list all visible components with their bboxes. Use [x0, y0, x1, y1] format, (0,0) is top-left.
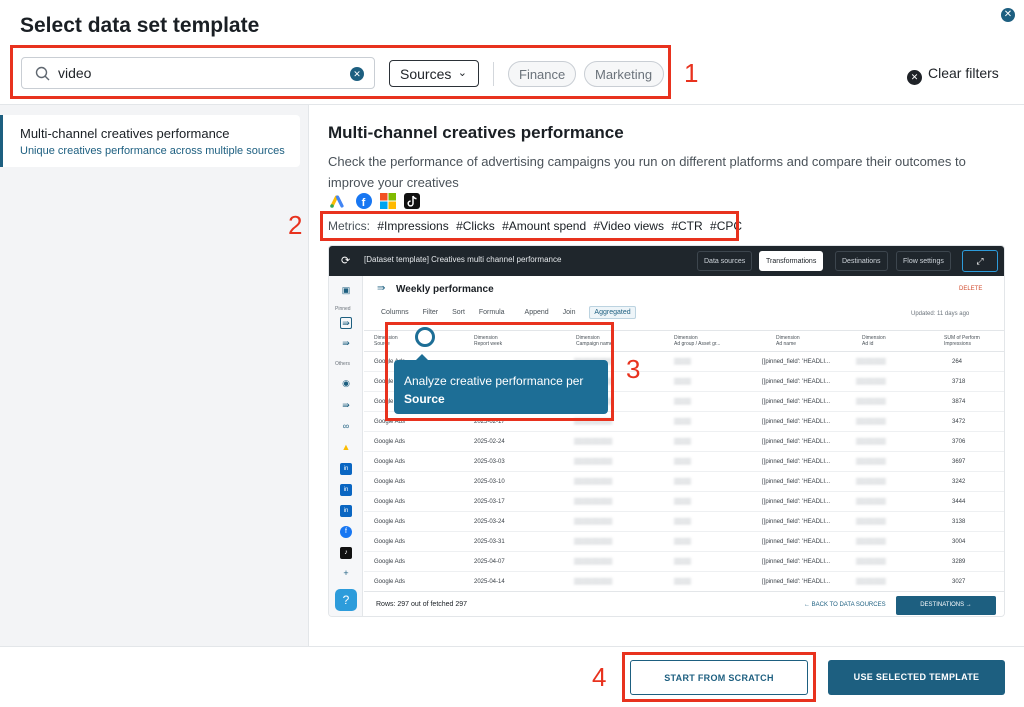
microsoft-icon	[380, 193, 396, 209]
toggle-icon: ◉	[342, 378, 350, 388]
table-row: Google Ads 2025-02-24 ▒▒▒▒▒▒▒▒▒ ▒▒▒▒ [[pinne…	[364, 432, 1004, 452]
template-card-subtitle: Unique creatives performance across mult…	[20, 145, 285, 157]
table-row: Google Ads 2025-03-31 ▒▒▒▒▒▒▒▒▒ ▒▒▒▒ [[pinne…	[364, 532, 1004, 552]
dialog-title: Select data set template	[20, 14, 260, 37]
toolbar-item: Formula	[478, 309, 505, 316]
refresh-icon: ⟳	[341, 255, 351, 267]
flow-icon: ⇛	[342, 338, 350, 348]
detail-title: Multi-channel creatives performance	[328, 123, 624, 142]
table-row: Google Ads 2025-03-10 ▒▒▒▒▒▒▒▒▒ ▒▒▒▒ [[pinne…	[364, 472, 1004, 492]
close-icon[interactable]: ✕	[1001, 8, 1015, 22]
expand-icon: ⤢	[962, 250, 998, 272]
annotation-box-1	[10, 45, 671, 99]
preview-tab-active: Transformations	[759, 251, 824, 271]
table-row: Google Ads 2025-04-14 ▒▒▒▒▒▒▒▒▒ ▒▒▒▒ [[pinne…	[364, 572, 1004, 592]
annotation-box-2	[320, 211, 739, 241]
annotation-number-1: 1	[684, 58, 699, 88]
add-icon: +	[343, 568, 349, 578]
delete-label: DELETE	[959, 286, 983, 292]
detail-description: Check the performance of advertising cam…	[328, 154, 966, 190]
linkedin-icon: in	[340, 484, 352, 496]
flow-icon: ⇛	[342, 400, 350, 410]
template-card-title: Multi-channel creatives performance	[20, 126, 230, 141]
link-icon: ∞	[342, 421, 350, 431]
annotation-number-3: 3	[626, 354, 641, 384]
toolbar-item: Columns	[381, 309, 409, 316]
annotation-number-4: 4	[592, 662, 607, 692]
use-selected-template-button[interactable]: USE SELECTED TEMPLATE	[828, 660, 1005, 695]
linkedin-icon: in	[340, 463, 352, 475]
column-header: Dimension Ad id	[862, 335, 886, 347]
table-row: Google Ads 2025-03-17 ▒▒▒▒▒▒▒▒▒ ▒▒▒▒ [[pinne…	[364, 492, 1004, 512]
linkedin-icon: in	[340, 505, 352, 517]
template-preview: ⟳ [Dataset template] Creatives multi cha…	[328, 245, 1005, 617]
svg-text:f: f	[362, 197, 366, 209]
preview-footer: Rows: 297 out of fetched 297 ← BACK TO D…	[364, 591, 1004, 616]
table-row: Google Ads 2025-04-07 ▒▒▒▒▒▒▒▒▒ ▒▒▒▒ [[pinne…	[364, 552, 1004, 572]
preview-tab: Destinations	[835, 251, 888, 271]
flow-icon: ⇛	[340, 317, 352, 329]
google-ads-icon	[329, 193, 345, 209]
clear-icon: ✕	[907, 70, 922, 85]
template-card[interactable]: Multi-channel creatives performance Uniq…	[0, 115, 300, 167]
facebook-icon: f	[356, 193, 372, 209]
preview-left-rail: ▣ Pinned ⇛ ⇛ Others ◉ ⇛ ∞ ▲ in in in f ♪…	[329, 276, 363, 616]
preview-topbar: ⟳ [Dataset template] Creatives multi cha…	[329, 246, 1004, 276]
table-row: Google Ads 2025-03-03 ▒▒▒▒▒▒▒▒▒ ▒▒▒▒ [[pinne…	[364, 452, 1004, 472]
preview-tab: Flow settings	[896, 251, 951, 271]
toolbar-item: Filter	[422, 309, 439, 316]
clear-filters-label: Clear filters	[928, 65, 999, 81]
preview-title: [Dataset template] Creatives multi chann…	[364, 255, 562, 264]
preview-toolbar: Columns Filter Sort Formula Append Join …	[381, 306, 648, 319]
column-header: Dimension Ad name	[776, 335, 800, 347]
rows-info: Rows: 297 out of fetched 297	[376, 601, 468, 608]
updated-label: Updated: 11 days ago	[911, 311, 970, 317]
template-sidebar	[0, 105, 309, 646]
grid-icon: ▣	[341, 285, 351, 295]
table-row: Google Ads 2025-03-24 ▒▒▒▒▒▒▒▒▒ ▒▒▒▒ [[pinne…	[364, 512, 1004, 532]
destinations-button: DESTINATIONS →	[896, 596, 996, 615]
preview-tab: Data sources	[697, 251, 753, 271]
pinned-label: Pinned	[335, 306, 351, 312]
start-from-scratch-button[interactable]: START FROM SCRATCH	[630, 660, 808, 695]
annotation-box-3	[385, 322, 614, 421]
toolbar-item: Join	[562, 309, 576, 316]
column-header: Dimension Ad group / Asset gr...	[674, 335, 721, 347]
column-header: SUM of Perform Impressions	[944, 335, 980, 347]
sheet-icon: ⇛	[377, 283, 386, 294]
help-icon: ?	[335, 589, 357, 611]
sheet-title: Weekly performance	[396, 284, 494, 295]
toolbar-item: Sort	[452, 309, 465, 316]
tiktok-icon	[404, 193, 420, 209]
toolbar-item: Append	[524, 309, 549, 316]
google-ads-icon: ▲	[341, 442, 351, 452]
back-to-sources: ← BACK TO DATA SOURCES	[804, 602, 886, 608]
toolbar-item-active: Aggregated	[589, 306, 636, 319]
footer-divider	[0, 646, 1024, 647]
tiktok-icon: ♪	[340, 547, 352, 559]
annotation-number-2: 2	[288, 210, 303, 240]
clear-filters-button[interactable]: ✕ Clear filters	[907, 65, 999, 85]
others-label: Others	[335, 361, 351, 367]
facebook-icon: f	[340, 526, 352, 538]
